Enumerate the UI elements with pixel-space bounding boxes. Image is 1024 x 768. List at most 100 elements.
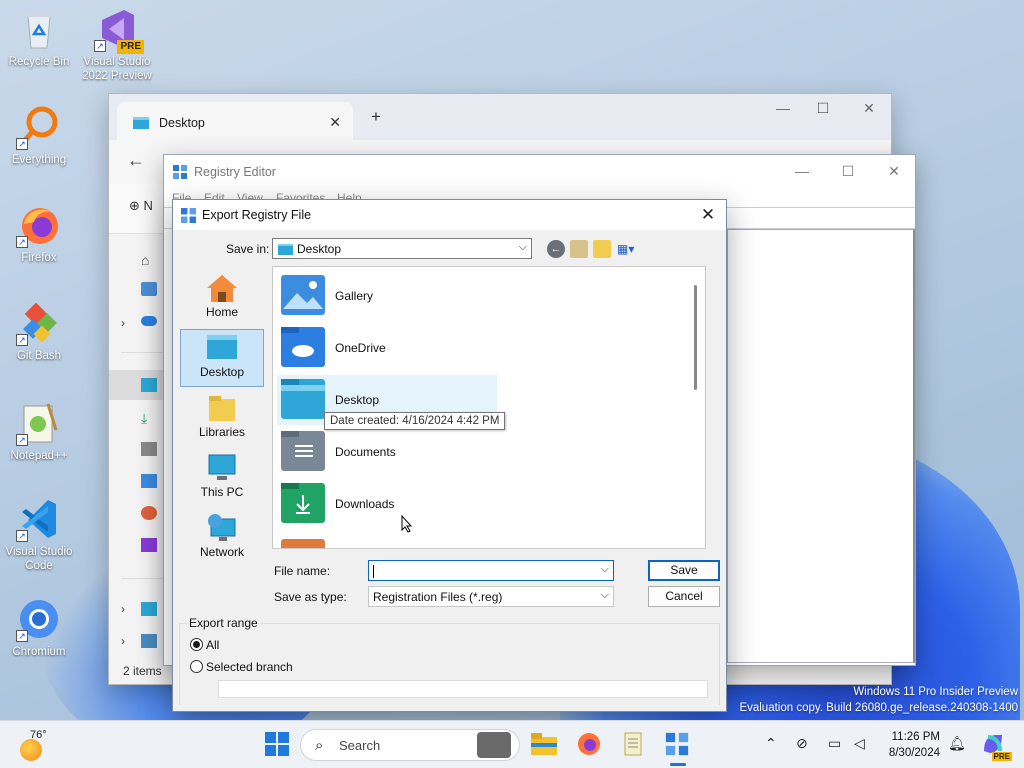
desktop-nav-icon (141, 378, 157, 392)
export-all-radio[interactable] (190, 638, 203, 651)
visual-studio-icon: PRE ↗ (94, 6, 144, 54)
place-home[interactable]: Home (180, 270, 264, 328)
file-name: Gallery (335, 289, 374, 303)
new-folder-icon[interactable] (593, 240, 611, 258)
file-name-label: File name: (274, 564, 331, 578)
desktop-icon-recycle-bin[interactable]: Recycle Bin (1, 6, 77, 69)
firefox-icon: ↗ (16, 202, 62, 248)
registry-values-pane[interactable] (727, 229, 915, 663)
list-item-downloads[interactable]: Downloads (277, 479, 497, 529)
maximize-button[interactable]: ☐ (832, 163, 864, 180)
view-menu-icon[interactable]: ▦▾ (617, 240, 643, 258)
copilot-icon[interactable]: PRE (980, 731, 1012, 761)
gallery-icon[interactable] (141, 282, 157, 296)
place-network[interactable]: Network (180, 510, 264, 568)
network-nav-icon[interactable] (141, 634, 157, 648)
cancel-button[interactable]: Cancel (648, 586, 720, 607)
maximize-button[interactable]: ☐ (807, 100, 839, 117)
onedrive-icon[interactable] (141, 316, 157, 326)
desktop-icon-label: Visual Studio (5, 546, 73, 558)
new-item-label: N (143, 198, 153, 213)
desktop-icon-git-bash[interactable]: ↗ Git Bash (1, 300, 77, 363)
place-label: Desktop (199, 365, 245, 379)
preview-badge: PRE (117, 40, 144, 54)
notepad-taskbar-icon[interactable] (620, 731, 648, 759)
explorer-tab-desktop[interactable]: Desktop ✕ (117, 102, 353, 140)
export-selected-branch-radio[interactable] (190, 660, 203, 673)
place-libraries[interactable]: Libraries (180, 390, 264, 448)
scrollbar-thumb[interactable] (694, 285, 697, 390)
desktop-folder-icon (281, 379, 325, 419)
taskbar-clock[interactable]: 11:26 PM 8/30/2024 (880, 729, 940, 761)
desktop-icon-label-line2: Code (25, 560, 53, 572)
show-hidden-icons-chevron-icon[interactable]: ⌃ (765, 735, 777, 752)
file-explorer-taskbar-icon[interactable] (530, 731, 558, 759)
firefox-taskbar-icon[interactable] (576, 731, 604, 759)
list-item-documents[interactable]: Documents (277, 427, 497, 477)
notifications-bell-icon[interactable]: 🔔︎ (948, 735, 966, 752)
desktop-icon-vscode[interactable]: ↗ Visual Studio Code (1, 496, 77, 573)
desktop-icon-everything[interactable]: ↗ Everything (1, 104, 77, 167)
videos-nav-icon[interactable] (141, 538, 157, 552)
mouse-cursor-icon (401, 515, 413, 533)
network-tray-icon[interactable]: ⊘ (796, 735, 808, 752)
export-registry-dialog[interactable]: Export Registry File ✕ Save in: Desktop … (172, 199, 727, 712)
up-folder-icon[interactable] (570, 240, 588, 258)
music-nav-icon[interactable] (141, 506, 157, 520)
network-icon (205, 513, 239, 543)
save-button[interactable]: Save (648, 560, 720, 581)
start-windows-icon[interactable] (264, 731, 292, 759)
new-tab-button[interactable]: + (371, 107, 381, 127)
export-all-label[interactable]: All (206, 638, 219, 652)
file-list-scrollbar[interactable] (690, 267, 704, 548)
list-item-onedrive[interactable]: OneDrive (277, 323, 497, 373)
new-item-button[interactable]: ⊕ N (129, 198, 153, 214)
volume-tray-icon[interactable]: ◁ (854, 735, 865, 752)
place-desktop[interactable]: Desktop (180, 329, 264, 387)
desktop-icon-firefox[interactable]: ↗ Firefox (1, 202, 77, 265)
search-placeholder: Search (339, 738, 381, 753)
shortcut-arrow-icon: ↗ (16, 530, 28, 542)
expand-chevron-icon[interactable]: › (121, 602, 137, 616)
desktop-icon-chromium[interactable]: ↗ Chromium (1, 596, 77, 659)
close-icon[interactable]: ✕ (696, 203, 720, 227)
file-name: OneDrive (335, 341, 386, 355)
desktop-icon-label: Notepad++ (10, 450, 68, 462)
export-range-label: Export range (187, 616, 260, 630)
pictures-nav-icon[interactable] (141, 474, 157, 488)
downloads-nav-icon[interactable]: ⤓ (141, 410, 157, 426)
notepadpp-icon: ↗ (16, 400, 62, 446)
save-as-type-dropdown[interactable]: Registration Files (*.reg) ⌵ (368, 586, 614, 607)
documents-nav-icon[interactable] (141, 442, 157, 456)
close-tab-icon[interactable]: ✕ (329, 114, 341, 131)
list-item-gallery[interactable]: Gallery (277, 271, 497, 321)
registry-editor-icon (181, 208, 196, 223)
back-circle-icon[interactable]: ← (547, 240, 565, 258)
registry-editor-taskbar-icon[interactable] (664, 731, 692, 759)
expand-chevron-icon[interactable]: › (121, 316, 137, 330)
desktop-icon-visual-studio-2022[interactable]: PRE ↗ Visual Studio 2022 Preview (79, 6, 155, 83)
expand-chevron-icon[interactable]: › (121, 634, 137, 648)
place-this-pc[interactable]: This PC (180, 450, 264, 508)
minimize-button[interactable]: — (786, 163, 818, 179)
export-selected-branch-label[interactable]: Selected branch (206, 660, 293, 674)
close-button[interactable]: ✕ (878, 163, 910, 180)
onedrive-folder-icon (281, 327, 325, 367)
close-button[interactable]: ✕ (853, 100, 885, 117)
registry-editor-titlebar: Registry Editor — ☐ ✕ (164, 155, 915, 189)
save-in-dropdown[interactable]: Desktop ⌵ (272, 238, 532, 259)
file-name-input[interactable]: ⌵ (368, 560, 614, 581)
file-list[interactable]: Gallery OneDrive Desktop Documents Downl… (272, 266, 706, 549)
chevron-down-icon[interactable]: ⌵ (601, 563, 609, 576)
desktop-folder-icon (278, 244, 293, 255)
display-tray-icon[interactable]: ▭ (828, 735, 841, 752)
back-arrow-icon[interactable]: ← (127, 150, 145, 171)
active-app-indicator (670, 763, 686, 766)
desktop-icon-notepadpp[interactable]: ↗ Notepad++ (1, 400, 77, 463)
selected-branch-input[interactable] (218, 680, 708, 698)
this-pc-nav-icon[interactable] (141, 602, 157, 616)
taskbar-search[interactable]: ⌕ Search (300, 729, 520, 761)
home-icon[interactable]: ⌂ (141, 252, 157, 268)
minimize-button[interactable]: — (767, 100, 799, 116)
list-item-partial[interactable] (281, 539, 325, 548)
